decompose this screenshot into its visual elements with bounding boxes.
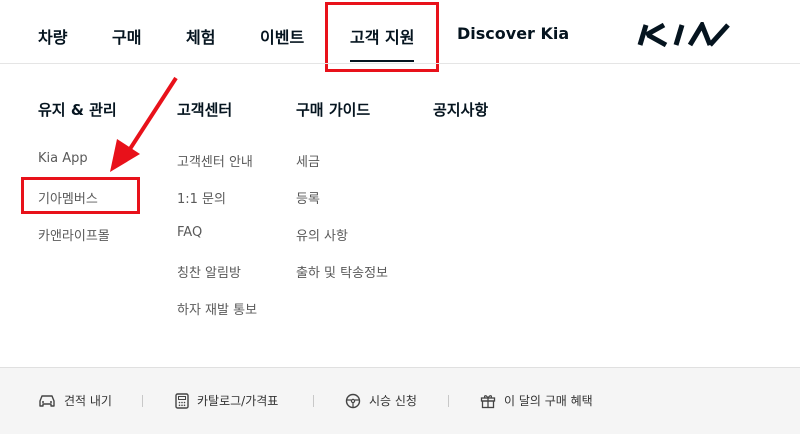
- footer-test-drive-button[interactable]: 시승 신청: [345, 392, 417, 409]
- footer-quote-button[interactable]: 견적 내기: [38, 392, 112, 409]
- footer-separator: [313, 395, 314, 407]
- footer-monthly-offers-button[interactable]: 이 달의 구매 혜택: [480, 392, 593, 409]
- footer-test-drive-label: 시승 신청: [369, 394, 417, 408]
- footer-catalog-label: 카탈로그/가격표: [197, 394, 279, 408]
- gift-icon: [480, 394, 496, 408]
- footer-quote-label: 견적 내기: [64, 394, 112, 408]
- steering-wheel-icon: [345, 393, 361, 408]
- car-icon: [39, 394, 55, 407]
- footer-separator: [142, 395, 143, 407]
- calculator-icon: [175, 392, 189, 409]
- footer-catalog-button[interactable]: 카탈로그/가격표: [175, 392, 278, 409]
- footer-monthly-offers-label: 이 달의 구매 혜택: [504, 394, 593, 408]
- footer-separator: [448, 395, 449, 407]
- quick-links-bar: 견적 내기 카탈로그/가격표 시승 신청 이 달의 구매 혜택: [0, 367, 800, 434]
